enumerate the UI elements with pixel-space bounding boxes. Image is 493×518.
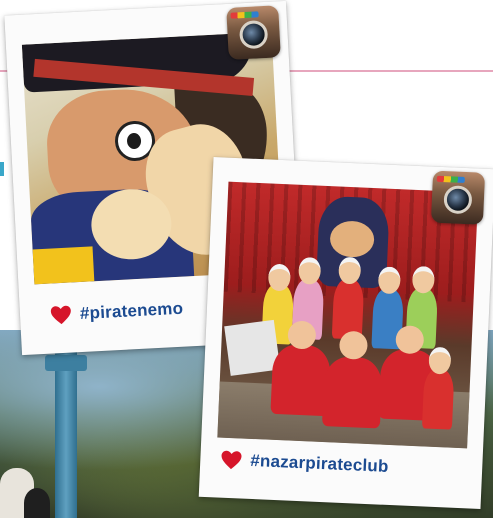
child-figure <box>331 278 365 340</box>
animator-head <box>338 330 369 360</box>
bird-silhouette <box>24 488 50 518</box>
caption: #piratenemo <box>50 299 184 326</box>
hashtag-label[interactable]: #nazarpirateclub <box>250 451 389 477</box>
animator-figure <box>321 356 383 429</box>
instagram-lens <box>238 19 269 50</box>
heart-icon <box>50 305 71 325</box>
caption: #nazarpirateclub <box>220 450 389 477</box>
lamp-pole <box>55 350 77 518</box>
child-head <box>428 346 452 375</box>
instagram-lens <box>443 185 473 215</box>
yellow-prop <box>32 246 95 285</box>
polaroid-card-nazarpirateclub: #nazarpirateclub <box>198 157 493 509</box>
instagram-icon <box>430 170 486 225</box>
teal-marker <box>0 162 4 176</box>
lamp-pole-cap <box>45 355 87 371</box>
instagram-rainbow-stripe <box>230 11 259 19</box>
hashtag-label[interactable]: #piratenemo <box>79 299 183 324</box>
child-figure <box>421 368 455 430</box>
heart-icon <box>221 450 242 470</box>
instagram-rainbow-stripe <box>436 175 465 183</box>
instagram-icon <box>226 5 281 60</box>
